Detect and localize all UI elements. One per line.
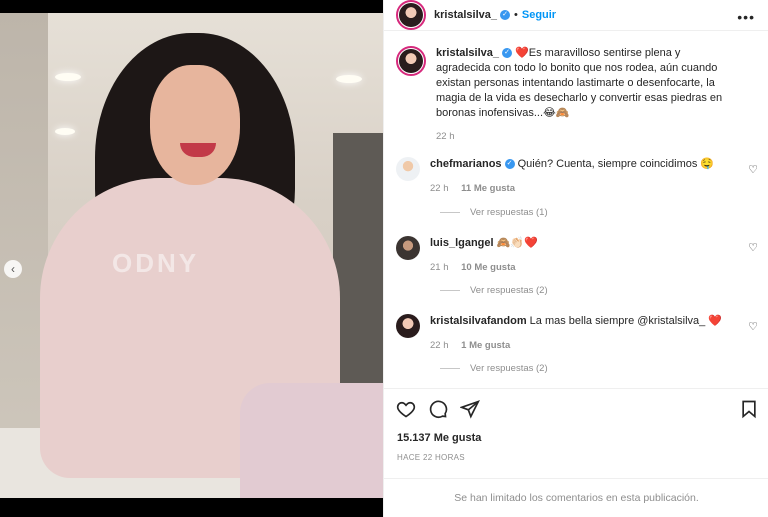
avatar[interactable] [396, 157, 420, 181]
view-replies-label[interactable]: Ver respuestas (2) [470, 363, 548, 374]
bookmark-icon[interactable] [739, 399, 759, 419]
more-options-icon[interactable]: ••• [737, 9, 755, 25]
caption-avatar-ring[interactable] [396, 46, 426, 76]
caption-time[interactable]: 22 h [436, 131, 455, 142]
ceiling-light [336, 75, 362, 83]
avatar[interactable] [396, 314, 420, 338]
comment-username[interactable]: luis_lgangel [430, 237, 494, 249]
instagram-post-modal: ODNY ‹ kristalsilva_ ✓ • Seguir ••• kris… [0, 0, 768, 517]
view-replies-label[interactable]: Ver respuestas (1) [470, 207, 548, 218]
view-replies[interactable]: Ver respuestas (2) [440, 285, 548, 296]
comment-time[interactable]: 22 h [430, 340, 449, 351]
comment-likes[interactable]: 1 Me gusta [461, 340, 510, 351]
avatar[interactable] [399, 49, 423, 73]
ceiling-light [55, 73, 81, 81]
likes-count[interactable]: 15.137 Me gusta [397, 432, 481, 444]
caption-username[interactable]: kristalsilva_ [436, 47, 499, 59]
comment-likes[interactable]: 10 Me gusta [461, 262, 515, 273]
comment-icon[interactable] [428, 399, 448, 419]
header-avatar-ring[interactable] [396, 0, 426, 30]
replies-line [440, 367, 460, 369]
doorway [333, 133, 383, 413]
caption: kristalsilva_ ✓ ❤️Es maravilloso sentirse… [396, 46, 756, 144]
comment-username[interactable]: kristalsilvafandom [430, 315, 527, 327]
comment-text: 🙈👏🏻❤️ [496, 237, 538, 249]
comment-time[interactable]: 22 h [430, 183, 449, 194]
post-time[interactable]: HACE 22 HORAS [397, 453, 465, 462]
hoodie-print: ODNY [112, 248, 200, 278]
header-username[interactable]: kristalsilva_ [434, 9, 497, 21]
comment-item: luis_lgangel 🙈👏🏻❤️ 21 h 10 Me gusta [396, 236, 756, 275]
person-pants [240, 383, 383, 498]
comments-limited-notice: Se han limitado los comentarios en esta … [384, 478, 768, 517]
post-sidebar: kristalsilva_ ✓ • Seguir ••• kristalsilv… [383, 0, 768, 517]
comment-item: kristalsilvafandom La mas bella siempre … [396, 314, 756, 353]
post-photo[interactable]: ODNY ‹ [0, 13, 383, 498]
view-replies-label[interactable]: Ver respuestas (2) [470, 285, 548, 296]
person-face [150, 65, 240, 185]
comment-time[interactable]: 21 h [430, 262, 449, 273]
comment-text: La mas bella siempre @kristalsilva_ ❤️ [529, 315, 723, 327]
verified-badge-icon: ✓ [504, 159, 515, 170]
post-header: kristalsilva_ ✓ • Seguir ••• [384, 0, 768, 31]
comment-item: chefmarianos ✓ Quién? Cuenta, siempre coi… [396, 157, 756, 196]
comment-text: Quién? Cuenta, siempre coincidimos 🤤 [517, 158, 715, 170]
share-icon[interactable] [460, 399, 480, 419]
carousel-prev-button[interactable]: ‹ [4, 260, 22, 278]
verified-badge-icon: ✓ [502, 48, 512, 59]
follow-button[interactable]: Seguir [522, 9, 556, 21]
verified-badge-icon: ✓ [500, 10, 510, 20]
comment-like-heart-icon[interactable]: ♡ [748, 163, 758, 176]
comment-likes[interactable]: 11 Me gusta [461, 183, 515, 194]
view-replies[interactable]: Ver respuestas (2) [440, 363, 548, 374]
comment-like-heart-icon[interactable]: ♡ [748, 320, 758, 333]
ceiling-light [55, 128, 75, 135]
avatar[interactable] [396, 236, 420, 260]
photo-pane: ODNY ‹ [0, 0, 383, 517]
heart-icon[interactable] [396, 399, 416, 419]
separator-dot: • [514, 9, 518, 21]
replies-line [440, 289, 460, 291]
comment-like-heart-icon[interactable]: ♡ [748, 241, 758, 254]
view-replies[interactable]: Ver respuestas (1) [440, 207, 548, 218]
action-bar: 15.137 Me gusta HACE 22 HORAS [384, 388, 768, 478]
comment-username[interactable]: chefmarianos [430, 158, 502, 170]
replies-line [440, 211, 460, 213]
avatar[interactable] [399, 3, 423, 27]
